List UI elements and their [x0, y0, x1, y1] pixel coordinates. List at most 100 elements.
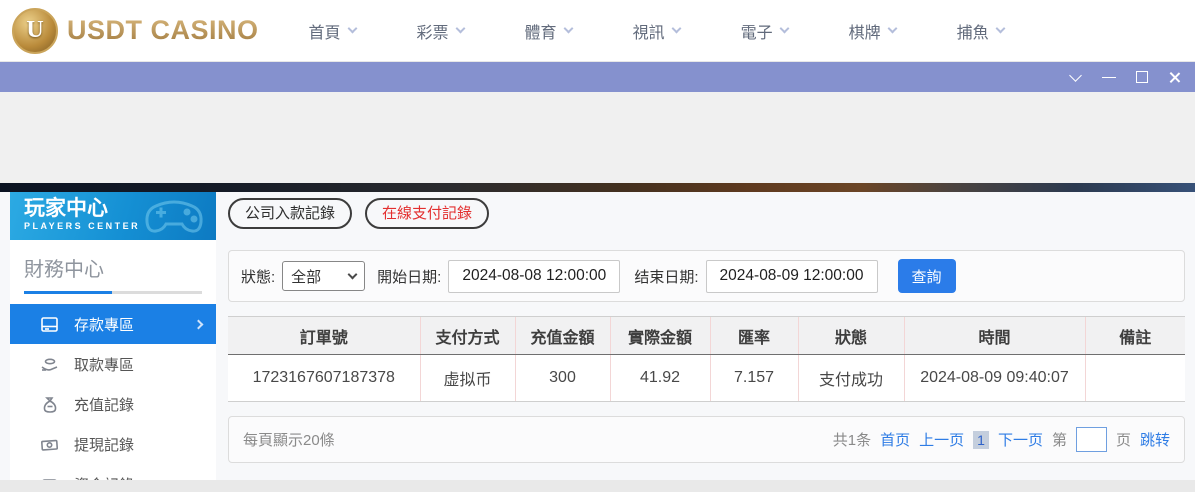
- cell-payment-method: 虚拟币: [420, 355, 515, 402]
- search-button[interactable]: 查詢: [898, 259, 956, 293]
- brand-logo[interactable]: U USDT CASINO: [12, 8, 259, 54]
- jump-action-link[interactable]: 跳转: [1140, 429, 1170, 450]
- table-header-row: 訂單號 支付方式 充值金額 實際金額 匯率 狀態 時間 備註: [228, 317, 1185, 355]
- banner-strip: [0, 183, 1195, 192]
- nav-item-label: 體育: [525, 19, 557, 43]
- chevron-down-icon: [671, 24, 681, 34]
- header-time: 時間: [904, 317, 1085, 355]
- sidebar-item-deposit-zone[interactable]: 存款專區: [10, 304, 216, 344]
- cell-time: 2024-08-09 09:40:07: [904, 355, 1085, 402]
- sidebar-header: 玩家中心 PLAYERS CENTER: [10, 192, 216, 240]
- sidebar-menu: 存款專區 取款專區 充值記錄 提: [10, 304, 216, 480]
- nav-item-fishing[interactable]: 捕魚: [957, 19, 1004, 43]
- cell-remark: [1085, 355, 1185, 402]
- collapse-button[interactable]: [1059, 62, 1092, 92]
- end-date-input[interactable]: [706, 260, 878, 293]
- pagination-bar: 每頁顯示20條 共1条 首页 上一页 1 下一页 第 页 跳转: [228, 416, 1185, 463]
- section-divider: [24, 291, 202, 294]
- sidebar: 玩家中心 PLAYERS CENTER 財務中心 存款專區: [10, 192, 216, 480]
- tab-online-payment-records[interactable]: 在線支付記錄: [365, 198, 489, 229]
- header-actual-amount: 實際金額: [610, 317, 710, 355]
- money-bag-icon: [40, 395, 59, 414]
- sidebar-item-funds-records[interactable]: 資金記錄: [10, 464, 216, 480]
- status-select[interactable]: 全部: [282, 261, 365, 291]
- nav-item-label: 捕魚: [957, 19, 989, 43]
- jump-suffix-text: 页: [1116, 429, 1131, 450]
- window-titlebar: [0, 62, 1195, 92]
- status-label: 狀態:: [241, 266, 275, 287]
- header-order-no: 訂單號: [228, 317, 420, 355]
- brand-logo-icon: U: [12, 8, 58, 54]
- empty-band: [0, 92, 1195, 183]
- table-row: 1723167607187378 虚拟币 300 41.92 7.157 支付成…: [228, 355, 1185, 402]
- sidebar-section: 財務中心: [10, 240, 216, 294]
- nav-item-sports[interactable]: 體育: [525, 19, 572, 43]
- cell-order-no: 1723167607187378: [228, 355, 420, 402]
- section-divider-accent: [24, 291, 112, 294]
- prev-page-link[interactable]: 上一页: [919, 429, 964, 450]
- status-select-value: 全部: [291, 266, 321, 287]
- header-payment-method: 支付方式: [420, 317, 515, 355]
- sidebar-item-label: 提現記錄: [74, 434, 134, 455]
- sidebar-item-withdrawal-records[interactable]: 提現記錄: [10, 424, 216, 464]
- per-page-text: 每頁顯示20條: [243, 429, 335, 450]
- next-page-link[interactable]: 下一页: [998, 429, 1043, 450]
- sidebar-section-title: 財務中心: [24, 253, 202, 291]
- chevron-down-icon: [887, 24, 897, 34]
- sidebar-item-withdraw-zone[interactable]: 取款專區: [10, 344, 216, 384]
- nav-item-label: 彩票: [417, 19, 449, 43]
- jump-page-input[interactable]: [1076, 427, 1107, 452]
- chevron-down-icon: [347, 24, 357, 34]
- cell-status: 支付成功: [798, 355, 904, 402]
- minimize-icon: [1102, 77, 1116, 78]
- total-count-text: 共1条: [833, 429, 871, 450]
- gamepad-icon: [142, 196, 206, 238]
- header-status: 狀態: [798, 317, 904, 355]
- cell-recharge-amount: 300: [515, 355, 610, 402]
- nav-item-video[interactable]: 視訊: [633, 19, 680, 43]
- maximize-button[interactable]: [1125, 62, 1158, 92]
- sidebar-item-label: 取款專區: [74, 354, 134, 375]
- sidebar-item-label: 充值記錄: [74, 394, 134, 415]
- pagination-controls: 共1条 首页 上一页 1 下一页 第 页 跳转: [833, 427, 1170, 452]
- cell-exchange-rate: 7.157: [710, 355, 798, 402]
- first-page-link[interactable]: 首页: [880, 429, 910, 450]
- sidebar-item-recharge-records[interactable]: 充值記錄: [10, 384, 216, 424]
- current-page-indicator[interactable]: 1: [973, 431, 989, 449]
- nav-item-lottery[interactable]: 彩票: [417, 19, 464, 43]
- header-recharge-amount: 充值金額: [515, 317, 610, 355]
- tab-company-deposit-records[interactable]: 公司入款記錄: [228, 198, 352, 229]
- chevron-down-icon: [455, 24, 465, 34]
- minimize-button[interactable]: [1092, 62, 1125, 92]
- nav-item-chess[interactable]: 棋牌: [849, 19, 896, 43]
- main-nav: 首頁 彩票 體育 視訊 電子 棋牌 捕魚: [309, 19, 1004, 43]
- filter-bar: 狀態: 全部 開始日期: 结束日期: 查詢: [228, 250, 1185, 302]
- nav-item-home[interactable]: 首頁: [309, 19, 356, 43]
- brand-title: USDT CASINO: [67, 15, 259, 46]
- nav-item-label: 棋牌: [849, 19, 881, 43]
- record-tabs: 公司入款記錄 在線支付記錄: [228, 192, 1185, 229]
- start-date-label: 開始日期:: [377, 266, 441, 287]
- header-exchange-rate: 匯率: [710, 317, 798, 355]
- chevron-right-icon: [194, 319, 204, 329]
- header-remark: 備註: [1085, 317, 1185, 355]
- maximize-icon: [1136, 71, 1148, 83]
- chevron-down-icon: [779, 24, 789, 34]
- brand-logo-letter: U: [26, 17, 43, 44]
- main-content: 公司入款記錄 在線支付記錄 狀態: 全部 開始日期: 结束日期: 查詢 訂單號 …: [228, 192, 1185, 480]
- nav-item-slots[interactable]: 電子: [741, 19, 788, 43]
- page-bottom-strip: [0, 480, 1195, 492]
- deposit-card-icon: [40, 315, 59, 334]
- chevron-down-icon: [995, 24, 1005, 34]
- end-date-label: 结束日期:: [634, 266, 698, 287]
- close-button[interactable]: [1158, 62, 1191, 92]
- cell-actual-amount: 41.92: [610, 355, 710, 402]
- jump-prefix-text: 第: [1052, 429, 1067, 450]
- records-table: 訂單號 支付方式 充值金額 實際金額 匯率 狀態 時間 備註 172316760…: [228, 316, 1185, 402]
- chevron-down-icon: [1069, 69, 1082, 82]
- start-date-input[interactable]: [448, 260, 620, 293]
- nav-item-label: 首頁: [309, 19, 341, 43]
- chevron-down-icon: [348, 269, 358, 279]
- chevron-down-icon: [563, 24, 573, 34]
- close-icon: [1168, 71, 1181, 84]
